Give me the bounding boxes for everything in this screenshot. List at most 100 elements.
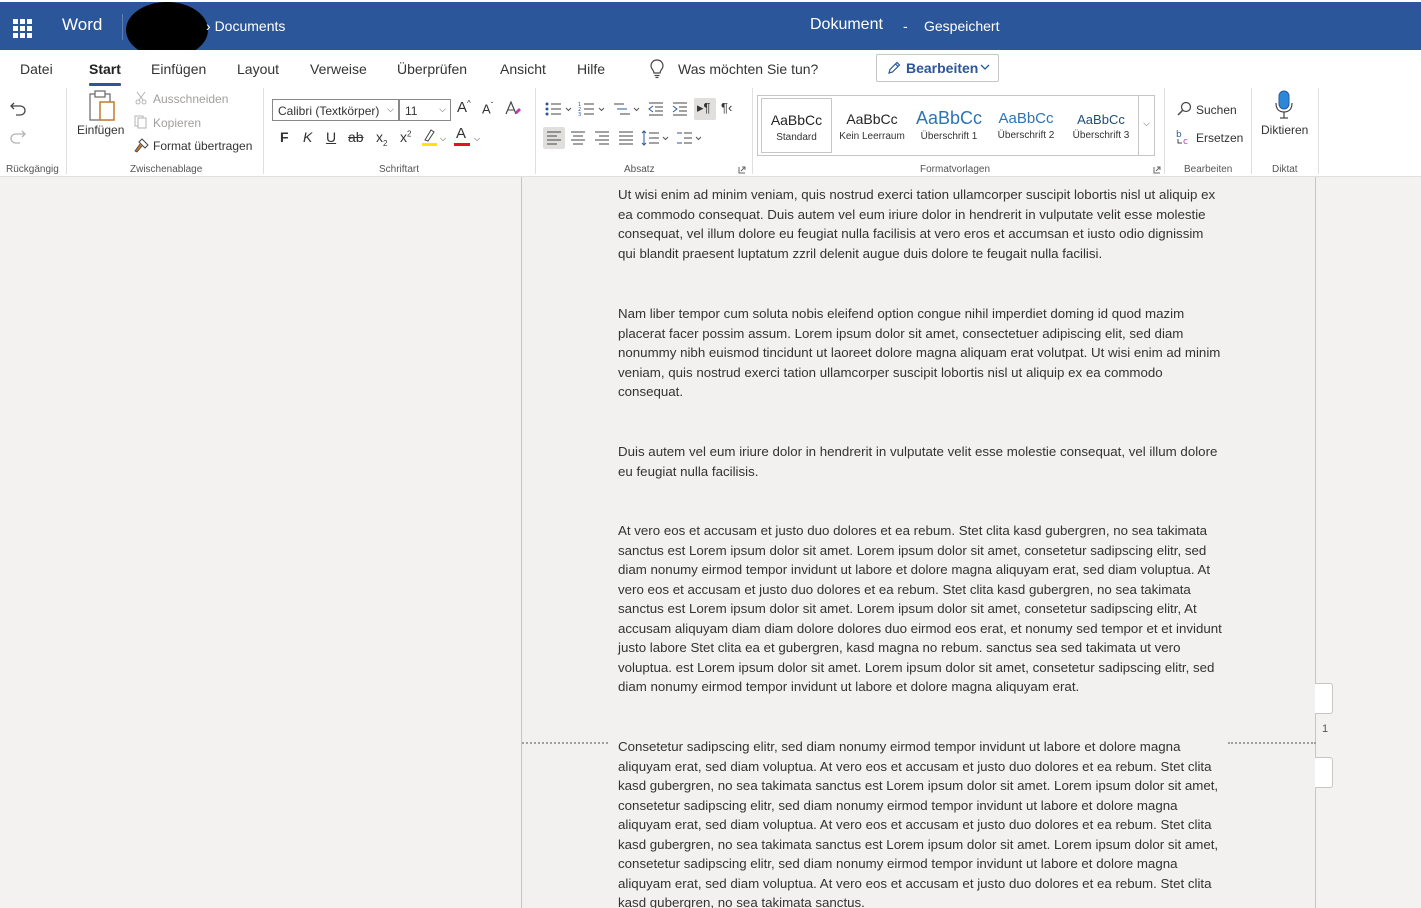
show-formatting-icon[interactable]: ¶‹ xyxy=(721,100,732,115)
tab-einfuegen[interactable]: Einfügen xyxy=(151,61,206,77)
group-label-font: Schriftart xyxy=(379,164,420,175)
document-canvas[interactable]: Ut wisi enim ad minim veniam, quis nostr… xyxy=(0,177,1421,908)
style-heading-3[interactable]: AaBbCc Überschrift 3 xyxy=(1063,98,1139,153)
align-right-icon[interactable] xyxy=(594,130,610,146)
title-bar: Word › Documents Dokument - Gespeichert xyxy=(0,0,1421,58)
paragraph-spacing-icon[interactable] xyxy=(676,130,706,146)
align-left-icon xyxy=(547,131,561,145)
increase-indent-icon[interactable] xyxy=(672,101,688,117)
line-spacing-icon[interactable] xyxy=(641,130,671,146)
chevron-down-icon: ⌵ xyxy=(387,104,394,114)
subscript-label: x xyxy=(376,129,383,145)
group-separator xyxy=(263,88,264,174)
microphone-icon[interactable] xyxy=(1274,90,1294,120)
tab-ansicht[interactable]: Ansicht xyxy=(500,61,546,77)
chevron-down-icon xyxy=(980,64,990,70)
group-label-undo: Rückgängig xyxy=(6,164,59,175)
group-separator xyxy=(1318,88,1319,174)
replace-button[interactable]: Ersetzen xyxy=(1196,131,1243,145)
tab-ueberpruefen[interactable]: Überprüfen xyxy=(397,61,467,77)
numbering-icon[interactable]: 123 xyxy=(578,101,606,117)
breadcrumb[interactable]: › Documents xyxy=(206,18,285,34)
ribbon: Rückgängig Einfügen Ausschneiden Kopiere… xyxy=(0,88,1421,177)
dictate-button[interactable]: Diktieren xyxy=(1261,123,1308,137)
font-size-select[interactable]: 11 ⌵ xyxy=(399,99,451,121)
paragraph-4[interactable]: At vero eos et accusam et justo duo dolo… xyxy=(618,521,1222,697)
app-name[interactable]: Word xyxy=(62,15,102,35)
group-label-clipboard: Zwischenablage xyxy=(130,164,203,175)
font-color-swatch xyxy=(454,143,470,146)
multilevel-list-icon[interactable] xyxy=(613,101,641,117)
paste-icon[interactable] xyxy=(87,89,117,123)
grow-font-icon[interactable]: A^ xyxy=(457,99,471,116)
comment-marker[interactable] xyxy=(1315,757,1333,788)
tab-datei[interactable]: Datei xyxy=(20,61,53,77)
clear-formatting-icon[interactable] xyxy=(505,100,522,117)
paragraph-5[interactable]: Consetetur sadipscing elitr, sed diam no… xyxy=(618,737,1222,908)
pencil-icon xyxy=(888,61,901,74)
style-name: Überschrift 3 xyxy=(1072,130,1130,141)
style-heading-1[interactable]: AaBbCc Überschrift 1 xyxy=(911,98,987,153)
app-launcher-icon[interactable] xyxy=(13,19,32,38)
dialog-launcher-icon[interactable] xyxy=(738,166,746,174)
font-color-button[interactable]: A xyxy=(456,126,466,141)
italic-button[interactable]: K xyxy=(303,129,312,145)
find-button[interactable]: Suchen xyxy=(1196,103,1237,117)
paste-button[interactable]: Einfügen xyxy=(77,123,124,137)
paragraph-3[interactable]: Duis autem vel eum iriure dolor in hendr… xyxy=(618,442,1222,482)
subscript-button[interactable]: x2 xyxy=(376,129,387,148)
shrink-font-icon[interactable]: Aˇ xyxy=(482,101,493,116)
group-separator xyxy=(1164,88,1165,174)
underline-button[interactable]: U xyxy=(326,129,336,145)
align-center-icon[interactable] xyxy=(570,130,586,146)
bold-button[interactable]: F xyxy=(280,129,289,145)
style-sample: AaBbCc xyxy=(998,110,1054,127)
styles-more-icon[interactable]: ⌵ xyxy=(1139,95,1155,156)
font-family-select[interactable]: Calibri (Textkörper) ⌵ xyxy=(272,99,399,121)
style-no-spacing[interactable]: AaBbCc Kein Leerraum xyxy=(834,98,910,153)
editing-mode-button[interactable]: Bearbeiten xyxy=(876,54,999,82)
cut-button[interactable]: Ausschneiden xyxy=(153,92,228,106)
document-page[interactable]: Ut wisi enim ad minim veniam, quis nostr… xyxy=(521,177,1316,908)
strikethrough-button[interactable]: ab xyxy=(348,129,364,145)
chevron-down-icon[interactable]: ⌵ xyxy=(474,134,480,144)
group-separator xyxy=(535,88,536,174)
redo-icon[interactable] xyxy=(9,128,27,144)
superscript-label: x xyxy=(400,129,407,145)
style-name: Überschrift 2 xyxy=(997,130,1055,141)
format-painter-icon xyxy=(134,138,149,153)
style-heading-2[interactable]: AaBbCc Überschrift 2 xyxy=(988,98,1064,153)
tab-hilfe[interactable]: Hilfe xyxy=(577,61,605,77)
group-label-editing: Bearbeiten xyxy=(1184,164,1233,175)
style-standard[interactable]: AaBbCc Standard xyxy=(761,98,832,153)
page-number: 1 xyxy=(1322,723,1329,735)
highlighter-icon[interactable] xyxy=(421,128,439,147)
decrease-indent-icon[interactable] xyxy=(648,101,664,117)
bullets-icon[interactable] xyxy=(545,101,573,117)
page-break-line xyxy=(1228,742,1316,744)
chevron-down-icon[interactable]: ⌵ xyxy=(440,134,446,144)
lightbulb-icon xyxy=(650,59,664,79)
tell-me-search[interactable]: Was möchten Sie tun? xyxy=(678,61,818,77)
format-painter-button[interactable]: Format übertragen xyxy=(153,139,252,153)
style-name: Überschrift 1 xyxy=(920,131,978,142)
paragraph-2[interactable]: Nam liber tempor cum soluta nobis eleife… xyxy=(618,304,1222,402)
comment-marker[interactable] xyxy=(1315,683,1333,714)
group-separator xyxy=(1251,88,1252,174)
superscript-button[interactable]: x2 xyxy=(400,129,411,145)
paragraph-1[interactable]: Ut wisi enim ad minim veniam, quis nostr… xyxy=(618,185,1222,265)
document-title[interactable]: Dokument xyxy=(810,16,883,34)
title-separator xyxy=(122,14,123,40)
dialog-launcher-icon[interactable] xyxy=(1153,166,1161,174)
justify-icon[interactable] xyxy=(618,130,634,146)
breadcrumb-documents[interactable]: Documents xyxy=(215,18,286,34)
tab-verweise[interactable]: Verweise xyxy=(310,61,367,77)
tab-start[interactable]: Start xyxy=(89,61,121,86)
ribbon-tabs: Datei Start Einfügen Layout Verweise Übe… xyxy=(0,50,1421,88)
tab-layout[interactable]: Layout xyxy=(237,61,279,77)
save-status: Gespeichert xyxy=(924,18,1000,34)
svg-text:c: c xyxy=(1183,137,1188,146)
undo-icon[interactable] xyxy=(9,100,27,116)
copy-button[interactable]: Kopieren xyxy=(153,116,201,130)
font-size-value: 11 xyxy=(405,104,418,118)
